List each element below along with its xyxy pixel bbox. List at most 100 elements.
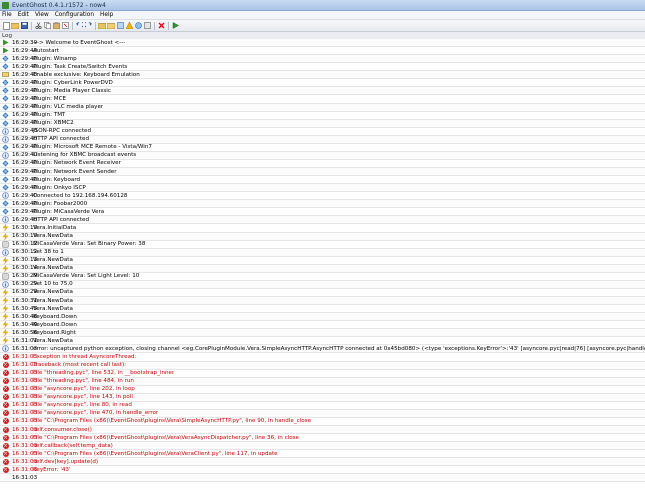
log-row[interactable]: 16:29:40 HTTP API connected [0,135,645,144]
log-message: Plugin: Network Event Receiver [33,160,121,167]
log-row[interactable]: 16:29:40 Plugin: Microsoft MCE Remote - … [0,144,645,152]
save-icon[interactable] [20,22,28,30]
log-row[interactable]: 16:29:40 Plugin: VLC media player [0,103,645,112]
log-row[interactable]: 16:30:58 Keyboard.Right [0,329,645,338]
log-row[interactable]: × 16:31:03 self.consumer.close() [0,426,645,435]
log-row[interactable]: × 16:31:03 File "threading.pyc", line 532… [0,370,645,378]
log-row[interactable]: 16:29:40 Plugin: Network Event Sender [0,168,645,177]
log-row[interactable]: 16:30:10 Vera.InitialData [0,224,645,233]
log-time: 16:31:03 [12,353,38,360]
menu-help[interactable]: Help [100,12,113,18]
log-time: 16:30:31 [12,297,38,304]
log-row[interactable]: 16:29:40 Plugin: MCE [0,95,645,104]
log-row[interactable]: 16:30:14 Vera.NewData [0,264,645,273]
disable-icon[interactable] [143,22,151,30]
log-row[interactable]: × 16:31:03 File "C:\Program Files (x86)\E… [0,418,645,426]
log-row[interactable]: 16:29:40 Plugin: TMT [0,112,645,120]
log-row[interactable]: 16:30:29 Vera.NewData [0,288,645,297]
log-row[interactable]: 16:31:03 [0,474,645,483]
log-row[interactable]: 16:29:40 Plugin: Winamp [0,55,645,64]
log-row[interactable]: × 16:31:03 File "C:\Program Files (x86)\E… [0,434,645,443]
log-row[interactable]: × 16:31:03 KeyError: '43' [0,466,645,475]
log-message: Vera.NewData [33,297,73,304]
undo-icon[interactable] [75,22,83,30]
add-event-icon[interactable] [125,22,133,30]
log-row[interactable]: 16:29:40 Plugin: Keyboard [0,176,645,185]
info-icon [2,248,9,256]
log-row[interactable]: 16:29:40 Listening for XBMC broadcast ev… [0,151,645,160]
log-row[interactable]: 16:29:40 Plugin: CyberLink PowerDVD [0,79,645,88]
log-message: Autostart [33,47,60,54]
add-folder-icon[interactable] [107,22,115,30]
log-row[interactable]: 16:29:40 HTTP API connected [0,216,645,225]
copy-icon[interactable] [43,22,51,30]
log-row[interactable]: 16:30:12 Set 38 to 1 [0,248,645,257]
log-row[interactable]: × 16:31:03 Exception in thread AsyncoreThr… [0,353,645,362]
log-message: File "threading.pyc", line 532, in __boo… [33,370,175,377]
log-row[interactable]: 16:29:40 Autostart [0,47,645,56]
log-message: Plugin: TMT [33,112,66,119]
log-row[interactable]: 16:31:01 Vera.NewData [0,337,645,346]
log-row[interactable]: × 16:31:03 File "asyncore.pyc", line 470,… [0,409,645,418]
error-icon: × [2,362,9,369]
add-macro-icon[interactable] [116,22,124,30]
add-plugin-icon[interactable] [98,22,106,30]
log-row[interactable]: 16:30:48 Keyboard.Down [0,313,645,322]
error-icon: × [2,362,9,369]
paste-icon[interactable] [52,22,60,30]
log-time: 16:30:12 [12,241,38,248]
info-icon [2,135,9,143]
plugin-icon [2,63,9,70]
log-row[interactable]: × 16:31:03 Traceback (most recent call las… [0,361,645,370]
log-row[interactable]: 16:30:10 Vera.NewData [0,232,645,241]
log-row[interactable]: × 16:31:03 File "asyncore.pyc", line 202,… [0,386,645,394]
log-row[interactable]: × 16:31:03 File "C:\Program Files (x86)\E… [0,450,645,459]
new-file-icon[interactable] [2,21,10,30]
delete-icon-small[interactable] [61,22,69,30]
log-row[interactable]: 16:29:40 JSON-RPC connected [0,127,645,136]
log-row[interactable]: 16:30:31 Vera.NewData [0,297,645,306]
log-row[interactable]: × 16:31:03 self.callback(self.temp_data) [0,442,645,451]
log-row[interactable]: 16:29:40 Plugin: Task Create/Switch Even… [0,63,645,72]
log-message: Plugin: Media Player Classic [33,87,111,94]
log-row[interactable]: 16:31:03 error: uncaptured python excepti… [0,345,645,354]
open-folder-icon[interactable] [11,22,19,30]
log-row[interactable]: × 16:31:03 File "asyncore.pyc", line 143,… [0,393,645,402]
menu-configuration[interactable]: Configuration [55,12,94,18]
log-row[interactable]: 16:30:45 Vera.NewData [0,305,645,314]
menu-view[interactable]: View [35,12,49,18]
log-row[interactable]: 16:30:29 MiCasaVerde Vera: Set Light Leve… [0,273,645,281]
log-row[interactable]: 16:29:39 ---> Welcome to EventGhost <--- [0,39,645,48]
delete-icon[interactable] [157,22,165,30]
log-time: 16:29:40 [12,120,38,127]
log-row[interactable]: × 16:31:03 File "asyncore.pyc", line 80, … [0,402,645,410]
menu-edit[interactable]: Edit [18,12,29,18]
log-time: 16:31:03 [12,434,38,441]
log-row[interactable]: 16:30:13 Vera.NewData [0,256,645,265]
log-row[interactable]: × 16:31:03 self.dev[key].update(d) [0,458,645,467]
log-row[interactable]: 16:30:12 MiCasaVerde Vera: Set Binary Pow… [0,240,645,249]
plugin-icon [2,79,9,86]
device-icon [2,240,9,248]
log-message: Plugin: Winamp [33,55,77,62]
log-row[interactable]: 16:29:40 Plugin: MiCasaVerde Vera [0,208,645,217]
log-row[interactable]: 16:29:40 Connected to 192.168.194.60128 [0,192,645,201]
execute-icon[interactable] [171,22,179,30]
log-row[interactable]: 16:29:40 Plugin: Foobar2000 [0,200,645,209]
log-row[interactable]: 16:29:40 Plugin: XBMC2 [0,119,645,128]
menu-file[interactable]: File [2,12,12,18]
plugin-icon [2,208,9,215]
log-row[interactable]: 16:30:29 Set 10 to 75.0 [0,280,645,289]
log-list[interactable]: 16:29:39 ---> Welcome to EventGhost <--- 1… [0,39,645,500]
log-row[interactable]: × 16:31:03 File "threading.pyc", line 484… [0,377,645,386]
log-time: 16:29:40 [12,104,38,111]
log-row[interactable]: 16:29:40 Plugin: Onkyo ISCP [0,184,645,193]
add-action-icon[interactable] [134,22,142,30]
log-row[interactable]: 16:29:40 Plugin: Network Event Receiver [0,160,645,168]
log-row[interactable]: 16:29:40 Plugin: Media Player Classic [0,87,645,96]
cut-icon[interactable] [34,22,42,30]
redo-icon[interactable] [84,22,92,30]
log-row[interactable]: 16:30:49 Keyboard.Down [0,321,645,330]
log-row[interactable]: 16:29:40 Enable exclusive: Keyboard Emul… [0,71,645,80]
error-icon: × [2,370,9,377]
